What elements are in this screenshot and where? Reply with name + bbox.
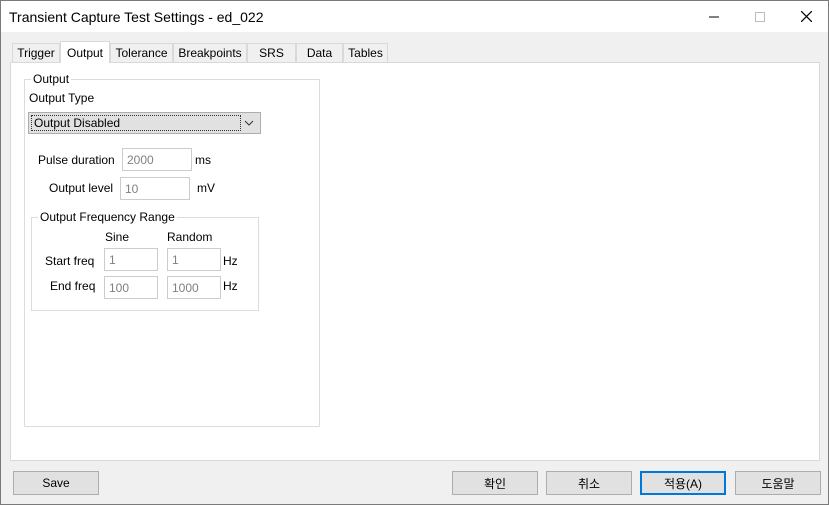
minimize-button[interactable]: [691, 1, 737, 32]
tab-breakpoints[interactable]: Breakpoints: [173, 43, 247, 62]
title-bar: Transient Capture Test Settings - ed_022: [1, 1, 828, 32]
maximize-icon: [755, 11, 765, 22]
tab-output[interactable]: Output: [60, 41, 110, 63]
end-freq-sine-input[interactable]: [104, 276, 158, 299]
tab-tolerance[interactable]: Tolerance: [110, 43, 173, 62]
dialog-window: Transient Capture Test Settings - ed_022…: [0, 0, 829, 505]
end-freq-random-input[interactable]: [167, 276, 221, 299]
output-type-label: Output Type: [29, 91, 95, 105]
apply-button[interactable]: 적용(A): [640, 471, 726, 495]
end-freq-label: End freq: [50, 279, 96, 293]
pulse-duration-label: Pulse duration: [38, 153, 115, 167]
column-header-random: Random: [167, 230, 213, 244]
output-level-unit: mV: [197, 181, 215, 195]
output-level-label: Output level: [49, 181, 114, 195]
frequency-range-legend: Output Frequency Range: [38, 210, 177, 224]
tab-panel-output: Output Output Type Output Disabled Pulse…: [10, 62, 820, 461]
tab-trigger[interactable]: Trigger: [12, 43, 60, 62]
maximize-button[interactable]: [737, 1, 783, 32]
pulse-duration-unit: ms: [195, 153, 211, 167]
start-freq-sine-input[interactable]: [104, 248, 158, 271]
output-type-select[interactable]: Output Disabled: [28, 112, 261, 134]
close-button[interactable]: [783, 1, 829, 32]
pulse-duration-input[interactable]: [122, 148, 192, 171]
save-button[interactable]: Save: [13, 471, 99, 495]
window-title: Transient Capture Test Settings - ed_022: [9, 9, 264, 25]
tab-tables[interactable]: Tables: [343, 43, 388, 62]
start-freq-label: Start freq: [45, 254, 95, 268]
end-freq-unit: Hz: [223, 279, 238, 293]
start-freq-unit: Hz: [223, 254, 238, 268]
close-icon: [800, 11, 812, 22]
chevron-down-icon: [244, 120, 254, 126]
output-group-legend: Output: [31, 72, 72, 86]
start-freq-random-input[interactable]: [167, 248, 221, 271]
help-button[interactable]: 도움말: [735, 471, 821, 495]
minimize-icon: [709, 16, 719, 17]
output-level-input[interactable]: [120, 177, 190, 200]
output-type-selected-value: Output Disabled: [31, 115, 241, 131]
ok-button[interactable]: 확인: [452, 471, 538, 495]
cancel-button[interactable]: 취소: [546, 471, 632, 495]
column-header-sine: Sine: [105, 230, 130, 244]
tab-srs[interactable]: SRS: [247, 43, 296, 62]
tab-data[interactable]: Data: [296, 43, 343, 62]
